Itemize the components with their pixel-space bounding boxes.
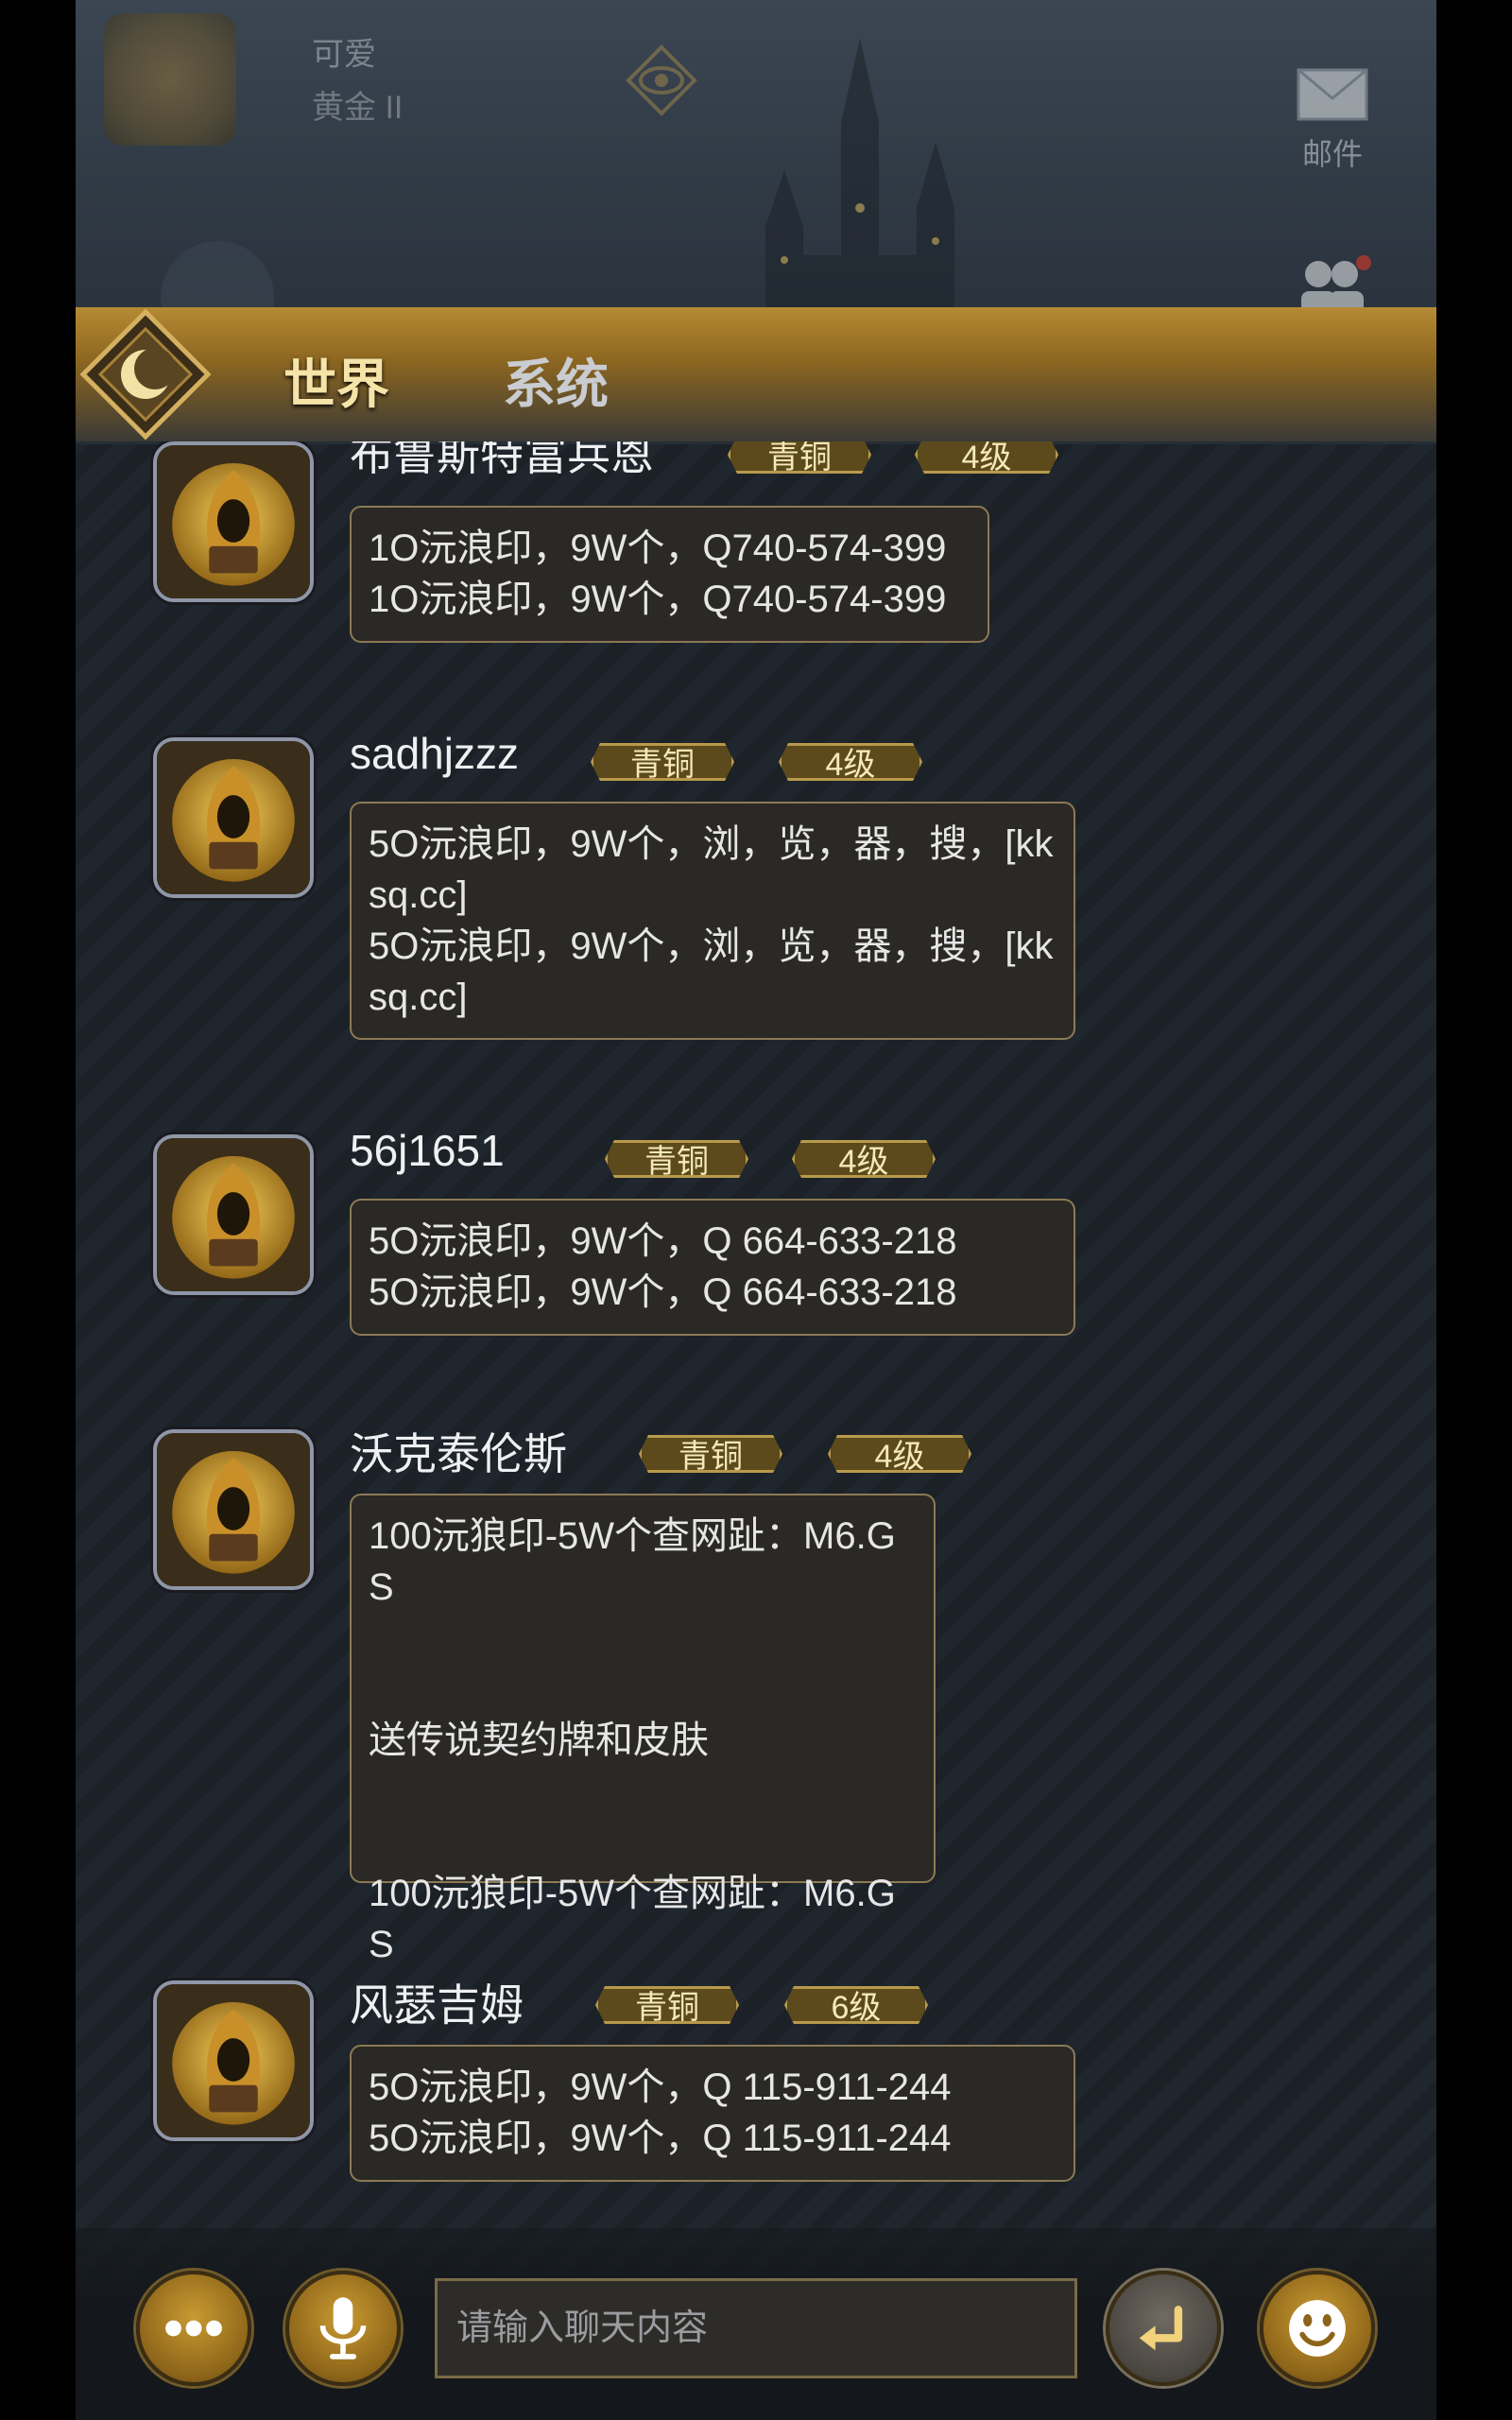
message-line: 5O沅浪印，9W个，Q 115-911-244 — [369, 2118, 952, 2159]
rank-badge: 青铜 III — [605, 1140, 748, 1178]
message-line: 1O沅浪印，9W个，Q740-574-399 — [369, 527, 947, 569]
emoji-button[interactable] — [1260, 2271, 1375, 2386]
message-line: sq.cc] — [369, 977, 468, 1018]
username: 沃克泰伦斯 — [350, 1429, 567, 1478]
avatar[interactable] — [153, 1429, 314, 1590]
send-button[interactable] — [1106, 2271, 1221, 2386]
hooded-figure-icon — [157, 1138, 310, 1291]
mail-label: 邮件 — [1301, 137, 1363, 171]
message-line — [369, 1613, 917, 1664]
rank-badge: 青铜 III — [639, 1435, 782, 1473]
avatar[interactable] — [153, 441, 314, 602]
tab-system[interactable]: 系统 — [503, 342, 609, 419]
eye-icon — [626, 44, 697, 116]
message-line: sq.cc] — [369, 874, 468, 916]
mail-button[interactable]: 邮件 — [1276, 66, 1389, 174]
username: 56j1651 — [350, 1126, 505, 1175]
message-line: 100沅狼印-5W个查网趾：M6.GS — [369, 1873, 896, 1965]
username: 风瑟吉姆 — [350, 1980, 524, 2030]
smiley-icon — [1289, 2300, 1346, 2357]
message-line: 5O沅浪印，9W个，Q 664-633-218 — [369, 1220, 957, 1262]
level-badge: 4级 — [779, 743, 922, 781]
message-line — [369, 1766, 917, 1817]
chat-tab-bar — [76, 307, 1436, 441]
message-bubble[interactable]: 5O沅浪印，9W个，Q 115-911-244 5O沅浪印，9W个，Q 115-… — [350, 2045, 1075, 2182]
avatar[interactable] — [153, 737, 314, 898]
message-line: 送传说契约牌和皮肤 — [369, 1720, 709, 1761]
send-return-icon — [1139, 2306, 1183, 2351]
avatar[interactable] — [153, 1980, 314, 2141]
more-button[interactable] — [136, 2271, 251, 2386]
message-line: 5O沅浪印，9W个，浏，览，器，搜，[kk — [369, 925, 1054, 967]
rank-badge: 青铜 III — [728, 441, 871, 474]
more-dots-icon — [165, 2320, 222, 2337]
level-badge: 4级 — [828, 1435, 971, 1473]
sun-emblem-icon — [79, 308, 212, 441]
microphone-icon — [319, 2297, 367, 2360]
rank-badge: 青铜 III — [591, 743, 734, 781]
message-line: 100沅狼印-5W个查网趾：M6.GS — [369, 1515, 896, 1608]
hooded-figure-icon — [157, 1433, 310, 1586]
message-line: 1O沅浪印，9W个，Q740-574-399 — [369, 579, 947, 620]
message-line: 5O沅浪印，9W个，Q 115-911-244 — [369, 2066, 952, 2108]
message-bubble[interactable]: 5O沅浪印，9W个，浏，览，器，搜，[kk sq.cc] 5O沅浪印，9W个，浏… — [350, 802, 1075, 1040]
level-badge: 6级 — [784, 1986, 928, 2024]
hooded-figure-icon — [157, 1984, 310, 2137]
player-avatar-background — [104, 13, 236, 146]
message-bubble[interactable]: 100沅狼印-5W个查网趾：M6.GS 送传说契约牌和皮肤 100沅狼印-5W个… — [350, 1494, 936, 1965]
rank-badge: 青铜 III — [595, 1986, 739, 2024]
chat-message-list[interactable]: 布鲁斯特富兵恩 青铜 III 4级 1O沅浪印，9W个，Q740-574-399… — [76, 441, 1436, 2228]
player-rank-background: 黄金 II — [312, 90, 404, 126]
hooded-figure-icon — [157, 741, 310, 894]
avatar[interactable] — [153, 1134, 314, 1295]
player-name-background: 可爱 — [312, 37, 376, 73]
message-line: 5O沅浪印，9W个，Q 664-633-218 — [369, 1271, 957, 1313]
username: 布鲁斯特富兵恩 — [350, 441, 654, 479]
mail-icon — [1297, 68, 1368, 121]
message-line — [369, 1664, 917, 1715]
message-line — [369, 1817, 917, 1868]
message-bubble[interactable]: 5O沅浪印，9W个，Q 664-633-218 5O沅浪印，9W个，Q 664-… — [350, 1199, 1075, 1336]
level-badge: 4级 — [792, 1140, 936, 1178]
chat-input[interactable] — [435, 2278, 1077, 2378]
chat-screen: 可爱 黄金 II 邮件 好友 — [76, 0, 1436, 2420]
level-badge: 4级 — [915, 441, 1058, 474]
tab-world[interactable]: 世界 — [284, 342, 389, 419]
message-line: 5O沅浪印，9W个，浏，览，器，搜，[kk — [369, 823, 1054, 865]
message-bubble[interactable]: 1O沅浪印，9W个，Q740-574-399 1O沅浪印，9W个，Q740-57… — [350, 506, 989, 643]
castle-background — [765, 38, 954, 321]
hooded-figure-icon — [157, 445, 310, 598]
username: sadhjzzz — [350, 729, 519, 778]
voice-button[interactable] — [285, 2271, 401, 2386]
